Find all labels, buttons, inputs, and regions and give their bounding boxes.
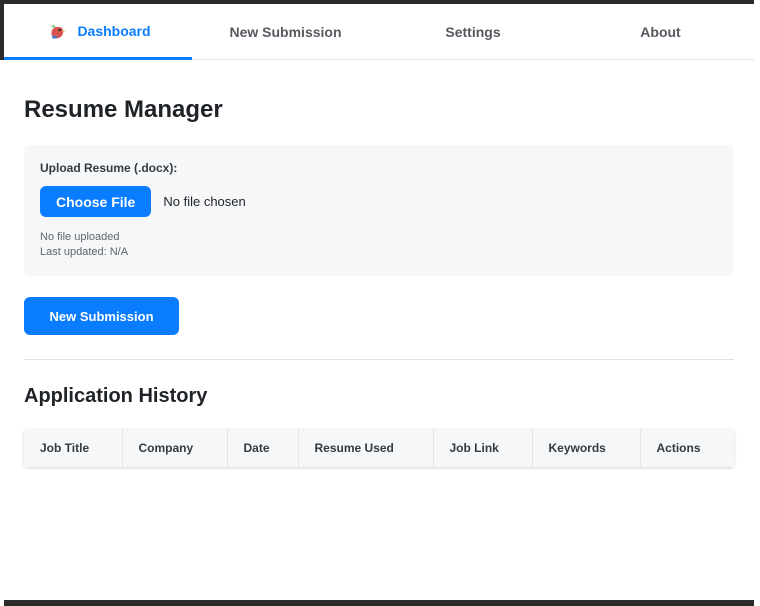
- tab-dashboard[interactable]: Dashboard: [4, 4, 192, 60]
- bird-logo-icon: [49, 23, 67, 39]
- file-input: Choose File No file chosen: [40, 186, 718, 217]
- main-content: Resume Manager Upload Resume (.docx): Ch…: [4, 60, 754, 467]
- column-header-date[interactable]: Date: [227, 429, 299, 467]
- table-header-row: Job Title Company Date Resume Used Job L…: [24, 429, 734, 467]
- tab-label: Dashboard: [77, 22, 151, 39]
- nav-tabs: Dashboard New Submission Settings About: [4, 4, 754, 60]
- tab-label: About: [640, 23, 681, 40]
- page-title: Resume Manager: [24, 96, 223, 123]
- background-page-right: [754, 0, 760, 606]
- choose-file-button[interactable]: Choose File: [40, 186, 152, 217]
- tab-label: New Submission: [229, 23, 342, 40]
- column-header-job-title[interactable]: Job Title: [24, 429, 123, 467]
- column-header-company[interactable]: Company: [122, 429, 228, 467]
- tab-settings[interactable]: Settings: [379, 4, 567, 59]
- column-header-job-link[interactable]: Job Link: [433, 429, 533, 467]
- column-header-actions[interactable]: Actions: [640, 429, 734, 467]
- file-chosen-status: No file chosen: [163, 194, 246, 209]
- tab-about[interactable]: About: [567, 4, 754, 59]
- upload-card: Upload Resume (.docx): Choose File No fi…: [24, 145, 734, 276]
- upload-label: Upload Resume (.docx):: [40, 161, 178, 175]
- column-header-keywords[interactable]: Keywords: [532, 429, 641, 467]
- divider: [24, 359, 734, 360]
- extension-popup: Dashboard New Submission Settings About …: [4, 4, 754, 600]
- column-header-resume-used[interactable]: Resume Used: [298, 429, 434, 467]
- history-table: Job Title Company Date Resume Used Job L…: [24, 429, 734, 467]
- tab-new-submission[interactable]: New Submission: [192, 4, 379, 59]
- new-submission-button[interactable]: New Submission: [24, 297, 179, 335]
- history-title: Application History: [24, 385, 208, 407]
- tab-label: Settings: [445, 23, 501, 40]
- last-updated: Last updated: N/A: [40, 246, 129, 258]
- uploaded-status: No file uploaded: [40, 231, 120, 243]
